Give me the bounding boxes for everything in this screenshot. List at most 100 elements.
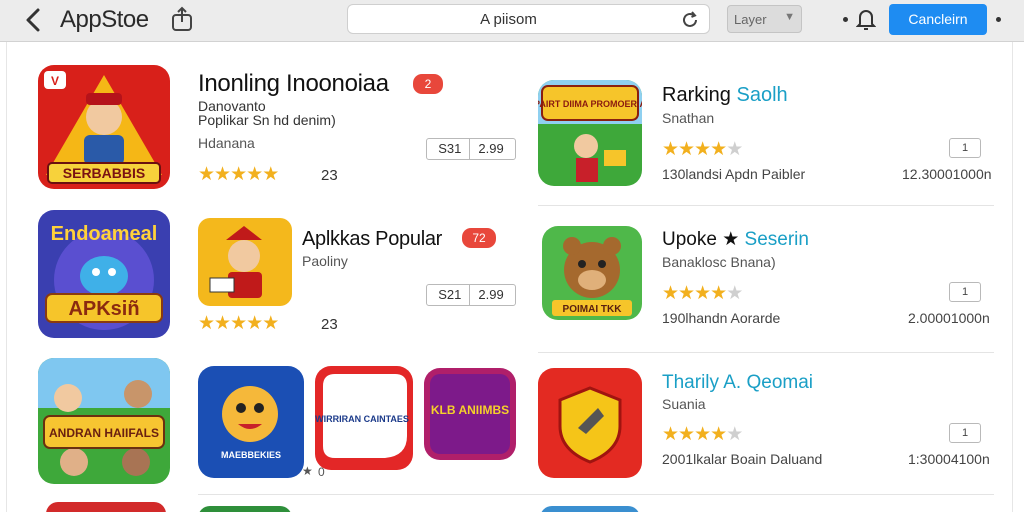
price-left: S21 bbox=[438, 287, 462, 302]
star-icon: ★ bbox=[678, 283, 695, 304]
icon-label: POIMAI TKK bbox=[563, 304, 623, 315]
quantity-box[interactable]: 1 bbox=[949, 282, 981, 302]
star-icon: ★ bbox=[694, 139, 711, 160]
price-selector[interactable]: S21 2.99 bbox=[426, 284, 516, 306]
layer-select[interactable]: Layer ▼ bbox=[727, 5, 802, 33]
quantity-box[interactable]: 1 bbox=[949, 138, 981, 158]
rating-count: 23 bbox=[321, 167, 338, 184]
star-icon: ★ bbox=[678, 424, 695, 445]
layer-select-value: Layer bbox=[734, 12, 767, 27]
star-rating: ★★★★★ bbox=[662, 138, 743, 161]
star-icon: ★ bbox=[710, 283, 727, 304]
app-name[interactable]: Inonling Inoonoiaa bbox=[198, 70, 389, 98]
star-rating: ★★★★★ bbox=[198, 312, 279, 335]
app-icon[interactable] bbox=[198, 218, 292, 306]
star-icon: ★ bbox=[198, 164, 215, 185]
notification-badge: 72 bbox=[462, 228, 496, 248]
status-dot bbox=[843, 17, 848, 22]
column-divider bbox=[1012, 42, 1013, 512]
top-toolbar: AppStoe A piisom Layer ▼ Cancleirn bbox=[0, 0, 1024, 42]
app-name[interactable]: Aplkkas Popular bbox=[302, 228, 442, 251]
chevron-left-icon[interactable] bbox=[22, 6, 46, 34]
row-divider bbox=[198, 494, 994, 495]
reload-icon[interactable] bbox=[679, 9, 701, 31]
app-name[interactable]: Upoke ★ Seserin bbox=[662, 228, 809, 251]
star-icon: ★ bbox=[230, 164, 247, 185]
app-size: 1:30004100n bbox=[908, 451, 990, 467]
notification-badge: 2 bbox=[413, 74, 443, 94]
star-icon: ★ bbox=[710, 139, 727, 160]
star-icon: ★ bbox=[662, 424, 679, 445]
star-icon: ★ bbox=[214, 164, 231, 185]
star-icon: ★ bbox=[662, 283, 679, 304]
app-category: Poplikar Sn hd denim) bbox=[198, 112, 336, 128]
star-icon: ★ bbox=[262, 313, 279, 334]
app-subtitle: Snathan bbox=[662, 110, 715, 126]
svg-text:V: V bbox=[51, 74, 59, 88]
app-icon[interactable]: POIMAI TKK bbox=[542, 226, 642, 320]
star-icon: ★ bbox=[726, 139, 743, 160]
app-meta: 130landsi Apdn Paibler bbox=[662, 166, 806, 182]
quantity-box[interactable]: 1 bbox=[949, 423, 981, 443]
caption: 0 bbox=[318, 465, 325, 479]
icon-label: SERBABBIS bbox=[63, 165, 145, 181]
star-icon: ★ bbox=[662, 139, 679, 160]
app-icon[interactable] bbox=[540, 506, 640, 512]
app-name-accent: Seserin bbox=[744, 229, 809, 250]
price-left: S31 bbox=[438, 141, 462, 156]
app-meta: 190lhandn Aorarde bbox=[662, 310, 781, 326]
app-icon[interactable]: V SERBABBIS bbox=[38, 65, 170, 189]
app-name-main: Tharily A. bbox=[662, 372, 742, 393]
app-name[interactable]: Rarking Saolh bbox=[662, 84, 788, 107]
star-rating: ★★★★★ bbox=[662, 282, 743, 305]
search-value: A piisom bbox=[480, 11, 537, 28]
star-icon: ★ bbox=[230, 313, 247, 334]
app-name-main: Upoke bbox=[662, 229, 717, 250]
icon-label: KLB ANIIMBS bbox=[431, 403, 509, 417]
app-title: AppStoe bbox=[60, 6, 149, 33]
app-icon[interactable]: MAEBBEKIES bbox=[198, 366, 304, 478]
star-icon: ★ bbox=[722, 229, 740, 250]
star-rating: ★★★★★ bbox=[198, 163, 279, 186]
star-icon: ★ bbox=[302, 464, 313, 478]
icon-label: ANDRAN HAIIFALS bbox=[49, 426, 159, 440]
app-icon[interactable] bbox=[46, 502, 166, 512]
app-size: 12.30001000n bbox=[902, 166, 992, 182]
app-name-main: Rarking bbox=[662, 84, 731, 106]
price-right: 2.99 bbox=[478, 141, 504, 156]
search-input[interactable]: A piisom bbox=[347, 4, 710, 34]
column-divider bbox=[6, 42, 7, 512]
star-icon: ★ bbox=[214, 313, 231, 334]
app-subtitle: Banaklosc Bnana) bbox=[662, 254, 776, 270]
app-size: 2.00001000n bbox=[908, 310, 990, 326]
app-subtitle: Paoliny bbox=[302, 253, 348, 269]
icon-label: Endoameal bbox=[51, 223, 158, 245]
cancel-button[interactable]: Cancleirn bbox=[889, 4, 987, 35]
app-name-accent: Saolh bbox=[736, 84, 788, 106]
price-right: 2.99 bbox=[478, 287, 504, 302]
app-icon[interactable]: WIRRIRAN CAINTAES bbox=[315, 366, 413, 470]
share-icon[interactable] bbox=[170, 6, 194, 32]
rating-count: 23 bbox=[321, 316, 338, 333]
star-icon: ★ bbox=[694, 424, 711, 445]
star-icon: ★ bbox=[678, 139, 695, 160]
app-developer: Hdanana bbox=[198, 135, 255, 151]
star-icon: ★ bbox=[726, 283, 743, 304]
price-selector[interactable]: S31 2.99 bbox=[426, 138, 516, 160]
star-rating: ★★★★★ bbox=[662, 423, 743, 446]
star-icon: ★ bbox=[726, 424, 743, 445]
bell-icon[interactable] bbox=[855, 7, 877, 31]
app-name-accent: Qeomai bbox=[746, 372, 814, 393]
app-icon[interactable] bbox=[198, 506, 292, 512]
app-icon[interactable] bbox=[538, 368, 642, 478]
app-subtitle: Suania bbox=[662, 396, 706, 412]
star-icon: ★ bbox=[246, 164, 263, 185]
star-icon: ★ bbox=[262, 164, 279, 185]
chevron-down-icon: ▼ bbox=[784, 11, 795, 23]
app-icon[interactable]: PAIRT DIIMA PROMOERIA bbox=[538, 80, 642, 186]
row-divider bbox=[538, 352, 994, 353]
app-name[interactable]: Tharily A. Qeomai bbox=[662, 372, 813, 394]
app-icon[interactable]: ANDRAN HAIIFALS bbox=[38, 358, 170, 484]
app-icon[interactable]: Endoameal APKsiñ bbox=[38, 210, 170, 338]
app-icon[interactable]: KLB ANIIMBS bbox=[424, 368, 516, 460]
